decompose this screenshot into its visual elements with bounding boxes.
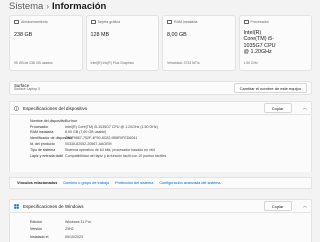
windows-specs-list: Edición Windows 11 Pro Versión 23H2 Instal… — [9, 213, 312, 242]
card-processor: Procesador Intel(R) Core(TM) i5-1035G7 C… — [238, 15, 312, 71]
link-domain-workgroup[interactable]: Dominio o grupo de trabajo — [63, 181, 109, 185]
spec-key: Procesador — [30, 124, 49, 129]
card-label: RAM instalada — [174, 20, 198, 24]
card-sub: Velocidad: 3733 MT/s — [167, 61, 200, 65]
spec-value: Compatibilidad del lápiz y la función tá… — [65, 153, 167, 158]
windows-specs-title: Especificaciones de Windows — [23, 203, 84, 209]
card-sub: 95 GB de 238 GB usados — [14, 61, 53, 65]
copy-windows-specs-button[interactable]: Copiar — [263, 201, 292, 211]
spec-key: Edición — [30, 219, 42, 224]
related-links-label: Vínculos relacionados — [17, 181, 58, 185]
windows-specs-header[interactable]: Especificaciones de Windows Copiar ︿ — [9, 199, 312, 213]
spec-key: Tipo de sistema — [30, 147, 56, 152]
card-value: 238 GB — [14, 32, 33, 38]
device-specs-header[interactable]: Especificaciones del dispositivo Copiar … — [9, 101, 312, 115]
spec-key: Id. del producto — [30, 142, 55, 147]
spec-key: Instalado el — [30, 234, 49, 239]
card-sub: 1.50 GHz — [243, 61, 258, 65]
spec-row: Edición Windows 11 Pro — [30, 218, 311, 226]
spec-value: 00330-82052-20567-AAOEM — [65, 142, 112, 147]
summary-cards: Almacenamiento 238 GB 95 GB de 238 GB us… — [9, 15, 312, 71]
chevron-up-icon[interactable]: ︿ — [303, 105, 308, 111]
info-icon — [14, 105, 19, 111]
processor-icon — [243, 20, 249, 24]
spec-row: Instalado el 05/10/2023 — [30, 233, 311, 241]
spec-value: Intel(R) Core(TM) i5-1035G7 CPU @ 1.20GH… — [65, 124, 158, 129]
storage-icon — [14, 20, 19, 24]
rename-pc-button[interactable]: Cambiar el nombre de este equipo — [233, 83, 307, 93]
device-model: Surface Laptop 3 — [14, 87, 40, 92]
breadcrumb-sistema[interactable]: Sistema — [9, 1, 43, 12]
chevron-up-icon[interactable]: ︿ — [303, 203, 308, 209]
spec-key: RAM instalada — [30, 130, 54, 135]
chevron-right-icon: › — [46, 2, 49, 11]
copy-device-specs-button[interactable]: Copiar — [263, 103, 292, 113]
windows-logo-icon — [14, 203, 19, 209]
spec-value: 23H2 — [65, 227, 74, 232]
ram-icon — [167, 20, 172, 24]
spec-value: 05/10/2023 — [65, 234, 83, 239]
card-label: Procesador — [250, 20, 269, 24]
card-ram: RAM instalada 8,00 GB Velocidad: 3733 MT… — [162, 15, 236, 71]
spec-value: Surface — [65, 118, 78, 123]
spec-value: C80F9867-752F-4F59-8C82-9B8F0FED6041 — [65, 136, 138, 141]
card-value: 8,00 GB — [167, 32, 187, 38]
spec-row: Lápiz y entrada táctil Compatibilidad del… — [30, 153, 311, 159]
breadcrumb: Sistema › Información — [9, 0, 106, 13]
spec-key: Identificador de dispositivo — [30, 136, 73, 141]
spec-value: 8,00 GB (7,60 GB usable) — [65, 130, 107, 135]
spec-row: Versión 23H2 — [30, 226, 311, 234]
related-links-bar: Vínculos relacionados Dominio o grupo de… — [9, 177, 312, 189]
spec-key: Nombre del dispositivo — [30, 118, 67, 123]
card-graphics: Tarjeta gráfica 128 MB Intel(R) Iris(R) … — [85, 15, 159, 71]
device-name-row: Surface Surface Laptop 3 Cambiar el nomb… — [9, 81, 312, 95]
card-value: 128 MB — [90, 32, 110, 38]
card-value: Intel(R) Core(TM) i5-1035G7 CPU @ 1.20GH… — [243, 30, 276, 56]
page-title: Información — [52, 1, 107, 12]
device-specs-title: Especificaciones del dispositivo — [23, 105, 88, 111]
card-label: Tarjeta gráfica — [97, 20, 121, 24]
link-advanced-system-settings[interactable]: Configuración avanzada del sistema — [159, 181, 220, 185]
spec-key: Versión — [30, 227, 42, 232]
spec-value: Sistema operativo de 64 bits, procesador… — [65, 147, 155, 152]
device-specs-list: Nombre del dispositivo Surface Procesador… — [9, 115, 312, 172]
card-label: Almacenamiento — [21, 20, 48, 24]
spec-key: Lápiz y entrada táctil — [30, 153, 63, 158]
link-system-protection[interactable]: Protección del sistema — [115, 181, 153, 185]
card-sub: Intel(R) Iris(R) Plus Graphics — [90, 61, 134, 65]
graphics-card-icon — [90, 20, 96, 24]
spec-value: Windows 11 Pro — [65, 219, 91, 224]
card-storage: Almacenamiento 238 GB 95 GB de 238 GB us… — [9, 15, 83, 71]
